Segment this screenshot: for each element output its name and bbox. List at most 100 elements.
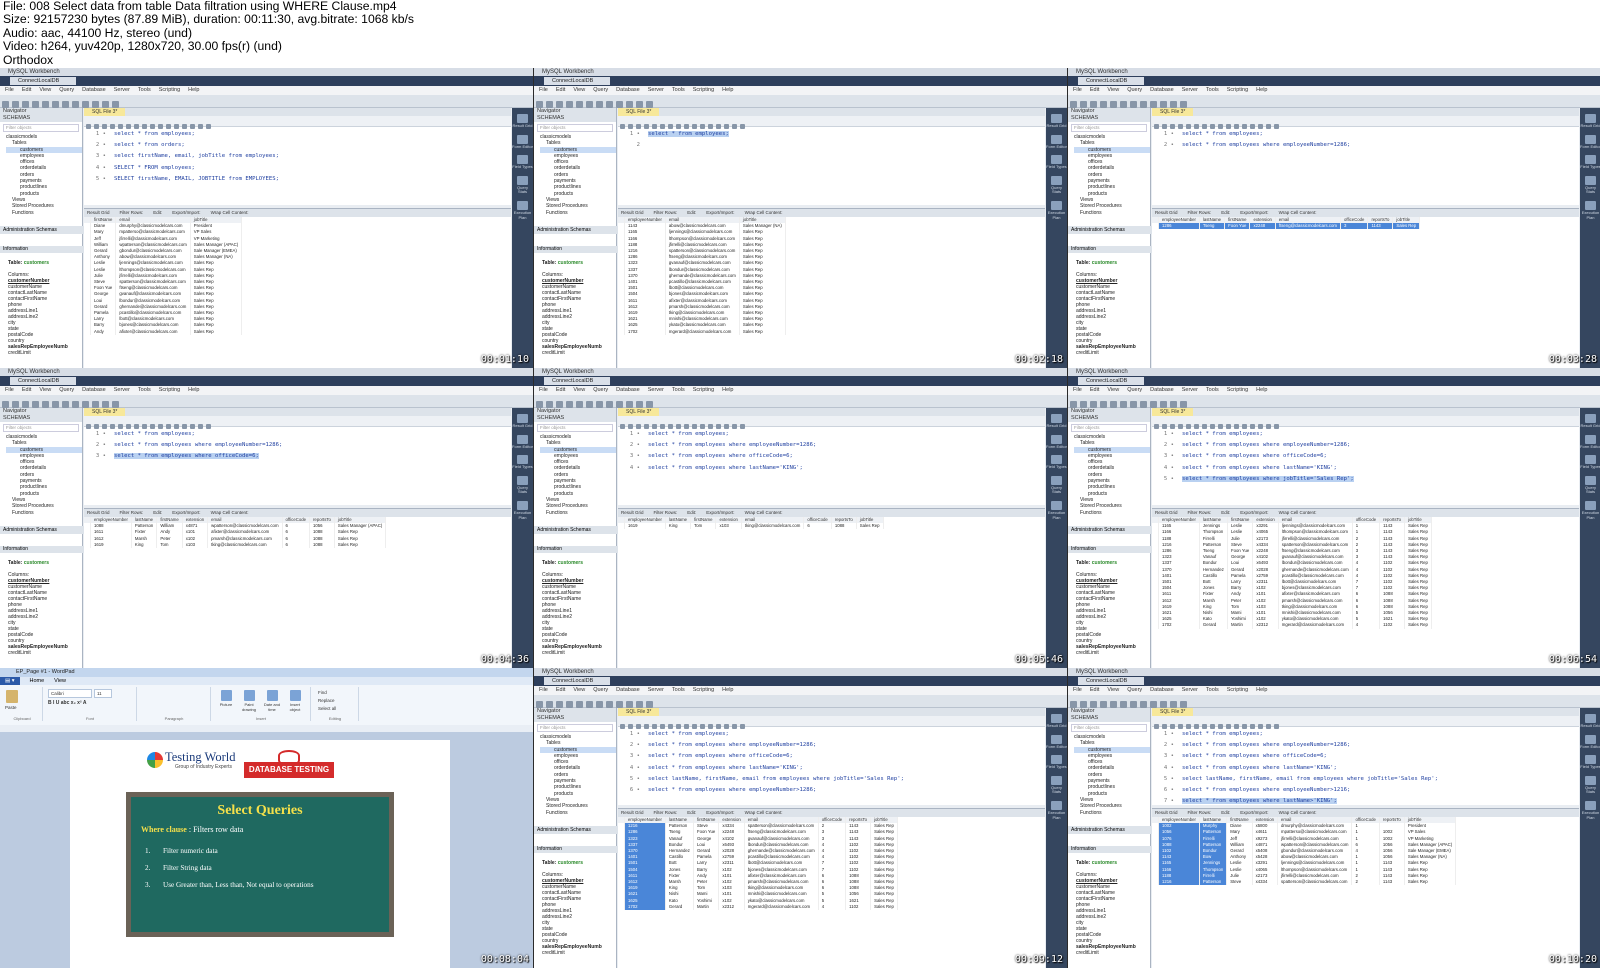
result-toolbar-item[interactable]: Filter Rows:: [120, 510, 144, 515]
table-cell[interactable]: lthompson@classicmodelcars.com: [665, 235, 740, 242]
result-grid[interactable]: employeeNumber lastName firstName extension…: [1152, 817, 1457, 886]
insert-button[interactable]: Paint drawing: [239, 690, 259, 712]
side-panel-icon[interactable]: [1585, 134, 1596, 144]
side-panel-icon[interactable]: [517, 134, 528, 144]
editor-toolbar-icon[interactable]: [1274, 424, 1279, 429]
navigator-tabs[interactable]: Administration Schemas: [0, 526, 85, 534]
toolbar-icon[interactable]: [112, 101, 119, 108]
menu-item-view[interactable]: View: [573, 387, 585, 393]
file-menu-button[interactable]: ▤ ▾: [0, 677, 20, 685]
toolbar-icon[interactable]: [72, 101, 79, 108]
toolbar-icon[interactable]: [566, 101, 573, 108]
tree-item[interactable]: Functions: [540, 210, 616, 216]
menu-item-server[interactable]: Server: [114, 87, 130, 93]
editor-toolbar-icon[interactable]: [740, 124, 745, 129]
toolbar-icon[interactable]: [606, 401, 613, 408]
menu-item-scripting[interactable]: Scripting: [1227, 87, 1248, 93]
table-cell[interactable]: Foon Yue: [693, 829, 720, 836]
result-toolbar-item[interactable]: Edit:: [153, 210, 162, 215]
toolbar-icon[interactable]: [2, 101, 9, 108]
toolbar-icon[interactable]: [62, 101, 69, 108]
side-panel-icon[interactable]: [517, 414, 528, 423]
connection-tab[interactable]: ConnectLocalDB: [10, 377, 76, 385]
toolbar-icon[interactable]: [1080, 401, 1087, 408]
table-cell[interactable]: spatterson@classicmodelcars.com: [1277, 879, 1353, 886]
result-toolbar-item[interactable]: Wrap Cell Content:: [745, 510, 783, 515]
result-toolbar-item[interactable]: Wrap Cell Content:: [211, 510, 249, 515]
toolbar-icon[interactable]: [1180, 701, 1187, 708]
toolbar-icon[interactable]: [636, 401, 643, 408]
table-cell[interactable]: Foon Yue: [1224, 223, 1251, 230]
menu-item-query[interactable]: Query: [1127, 387, 1142, 393]
side-panel-icon[interactable]: [517, 500, 528, 510]
menu-item-edit[interactable]: Edit: [1090, 687, 1099, 693]
navigator-tabs[interactable]: Administration Schemas: [1068, 526, 1153, 534]
editor-toolbar-icon[interactable]: [1266, 724, 1271, 729]
toolbar-icon[interactable]: [1070, 401, 1077, 408]
result-toolbar-item[interactable]: Filter Rows:: [654, 810, 678, 815]
menu-item-help[interactable]: Help: [1256, 387, 1267, 393]
side-panel-icon[interactable]: [1585, 734, 1596, 744]
result-toolbar-item[interactable]: Filter Rows:: [1188, 210, 1212, 215]
menu-item-server[interactable]: Server: [648, 387, 664, 393]
table-cell[interactable]: tking@classicmodelcars.com: [741, 523, 805, 530]
result-toolbar-item[interactable]: Filter Rows:: [654, 210, 678, 215]
menu-item-database[interactable]: Database: [1150, 87, 1174, 93]
result-toolbar-item[interactable]: Wrap Cell Content:: [211, 210, 249, 215]
navigator-tabs[interactable]: Administration Schemas: [1068, 226, 1153, 234]
result-toolbar-item[interactable]: Filter Rows:: [120, 210, 144, 215]
menu-item-file[interactable]: File: [1073, 687, 1082, 693]
table-cell[interactable]: x103: [182, 541, 209, 549]
code-area[interactable]: 1 • select * from employees; 2 • select * f…: [84, 427, 511, 463]
table-row[interactable]: 1619 King Tom x103 tking@classicmodelcars.co…: [84, 541, 387, 549]
result-toolbar-item[interactable]: Edit:: [687, 810, 696, 815]
side-panel-icon[interactable]: [1585, 475, 1596, 485]
table-cell[interactable]: Andy: [90, 328, 117, 335]
toolbar-icon[interactable]: [566, 701, 573, 708]
tree-item[interactable]: Functions: [6, 510, 82, 516]
menu-item-database[interactable]: Database: [616, 687, 640, 693]
code-area[interactable]: 1 • select * from employees; 2 • select * f…: [618, 727, 1045, 796]
menu-item-edit[interactable]: Edit: [556, 387, 565, 393]
table-cell[interactable]: Thompson: [1199, 866, 1228, 873]
menu-item-file[interactable]: File: [1073, 87, 1082, 93]
side-panel-icon[interactable]: [1585, 714, 1596, 723]
toolbar-icon[interactable]: [1170, 101, 1177, 108]
table-cell[interactable]: 1702: [624, 328, 666, 335]
result-toolbar-item[interactable]: Export/Import:: [1240, 810, 1268, 815]
result-toolbar-item[interactable]: Export/Import:: [706, 510, 734, 515]
table-cell[interactable]: 1216: [1158, 879, 1200, 886]
toolbar-icon[interactable]: [1120, 401, 1127, 408]
filter-objects-input[interactable]: Filter objects: [537, 724, 613, 732]
table-cell[interactable]: x2312: [718, 903, 745, 911]
table-cell[interactable]: x4334: [1252, 879, 1279, 886]
result-toolbar-item[interactable]: Result Grid: [87, 210, 110, 215]
table-cell[interactable]: 1619: [90, 541, 132, 549]
result-toolbar-item[interactable]: Wrap Cell Content:: [745, 810, 783, 815]
toolbar-icon[interactable]: [546, 401, 553, 408]
toolbar-icon[interactable]: [546, 701, 553, 708]
toolbar-icon[interactable]: [72, 401, 79, 408]
editor-toolbar-icon[interactable]: [732, 724, 737, 729]
result-toolbar-item[interactable]: Result Grid: [621, 210, 644, 215]
sql-file-tab[interactable]: SQL File 3*: [1152, 408, 1194, 416]
sql-file-tab[interactable]: SQL File 3*: [84, 108, 126, 116]
ribbon-tab-view[interactable]: View: [54, 678, 66, 684]
toolbar-icon[interactable]: [616, 401, 623, 408]
menu-item-query[interactable]: Query: [1127, 687, 1142, 693]
table-cell[interactable]: 4: [818, 903, 847, 911]
table-cell[interactable]: Hernandez: [1199, 566, 1228, 573]
toolbar-icon[interactable]: [1070, 101, 1077, 108]
toolbar-icon[interactable]: [596, 401, 603, 408]
side-panel-icon[interactable]: [1051, 775, 1062, 785]
toolbar-icon[interactable]: [1120, 701, 1127, 708]
toolbar-icon[interactable]: [1160, 101, 1167, 108]
table-cell[interactable]: Sales Rep: [1404, 879, 1457, 886]
menu-item-scripting[interactable]: Scripting: [1227, 687, 1248, 693]
table-cell[interactable]: ljennings@classicmodelcars.com: [665, 229, 740, 236]
connection-tab[interactable]: ConnectLocalDB: [544, 77, 610, 85]
side-panel-icon[interactable]: [1585, 500, 1596, 510]
toolbar-icon[interactable]: [92, 101, 99, 108]
tree-item[interactable]: Functions: [6, 210, 82, 216]
result-toolbar-item[interactable]: Edit:: [687, 210, 696, 215]
